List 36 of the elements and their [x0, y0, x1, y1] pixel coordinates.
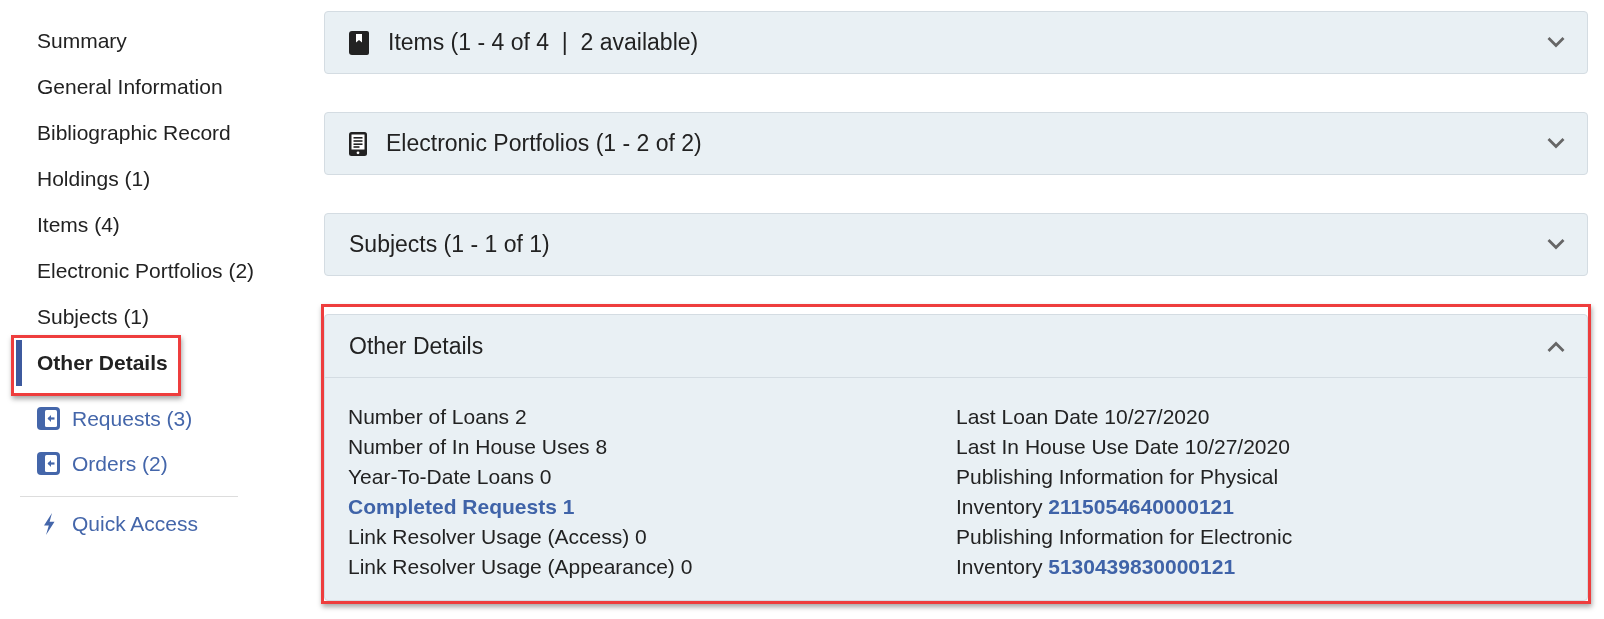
lightning-icon [43, 513, 55, 535]
detail-link[interactable]: Completed Requests 1 [348, 492, 575, 522]
e-reader-icon [349, 131, 367, 156]
nav-item[interactable]: Bibliographic Record [16, 110, 231, 156]
section-header[interactable]: Other Details [325, 315, 1587, 378]
section-header[interactable]: Electronic Portfolios (1 - 2 of 2) [325, 113, 1587, 174]
section-header[interactable]: Items (1 - 4 of 4 | 2 available) [325, 12, 1587, 73]
nav-item[interactable]: Summary [16, 18, 127, 64]
detail-text: Publishing Information for Electronic Inventory 5130439830000121 [956, 524, 1294, 580]
nav-item[interactable]: Subjects (1) [16, 294, 150, 340]
detail-text: Last In House Use Date 10/27/2020 [956, 434, 1290, 460]
detail-text: Link Resolver Usage (Access) 0 [348, 524, 647, 550]
detail-text: Number of In House Uses 8 [348, 434, 608, 460]
detail-text: Number of Loans 2 [348, 404, 527, 430]
number-link[interactable]: 2115054640000121 [1048, 495, 1234, 518]
nav-item[interactable]: Items (4) [16, 202, 120, 248]
detail-text: Publishing Information for Physical Inventory 2115054640000121 [956, 464, 1280, 520]
book-icon [349, 30, 369, 55]
arrow-box-icon [37, 452, 60, 475]
arrow-box-icon [37, 407, 60, 430]
quick-access-link[interactable]: Quick Access [43, 501, 199, 547]
chevron-down-icon [1547, 239, 1565, 250]
detail-text: Year-To-Date Loans 0 [348, 464, 552, 490]
section-header[interactable]: Subjects (1 - 1 of 1) [325, 214, 1587, 275]
chevron-down-icon [1547, 37, 1565, 48]
nav-item[interactable]: Other Details [16, 340, 168, 386]
chevron-down-icon [1547, 138, 1565, 149]
number-link[interactable]: 5130439830000121 [1048, 555, 1236, 578]
sidebar-link[interactable]: Requests (3) [37, 396, 193, 441]
nav-item[interactable]: Holdings (1) [16, 156, 151, 202]
detail-text: Last Loan Date 10/27/2020 [956, 404, 1210, 430]
nav-item[interactable]: General Information [16, 64, 223, 110]
nav-item[interactable]: Electronic Portfolios (2) [16, 248, 255, 294]
detail-text: Link Resolver Usage (Appearance) 0 [348, 554, 693, 580]
chevron-up-icon [1547, 340, 1565, 352]
sidebar-link[interactable]: Orders (2) [37, 441, 168, 486]
